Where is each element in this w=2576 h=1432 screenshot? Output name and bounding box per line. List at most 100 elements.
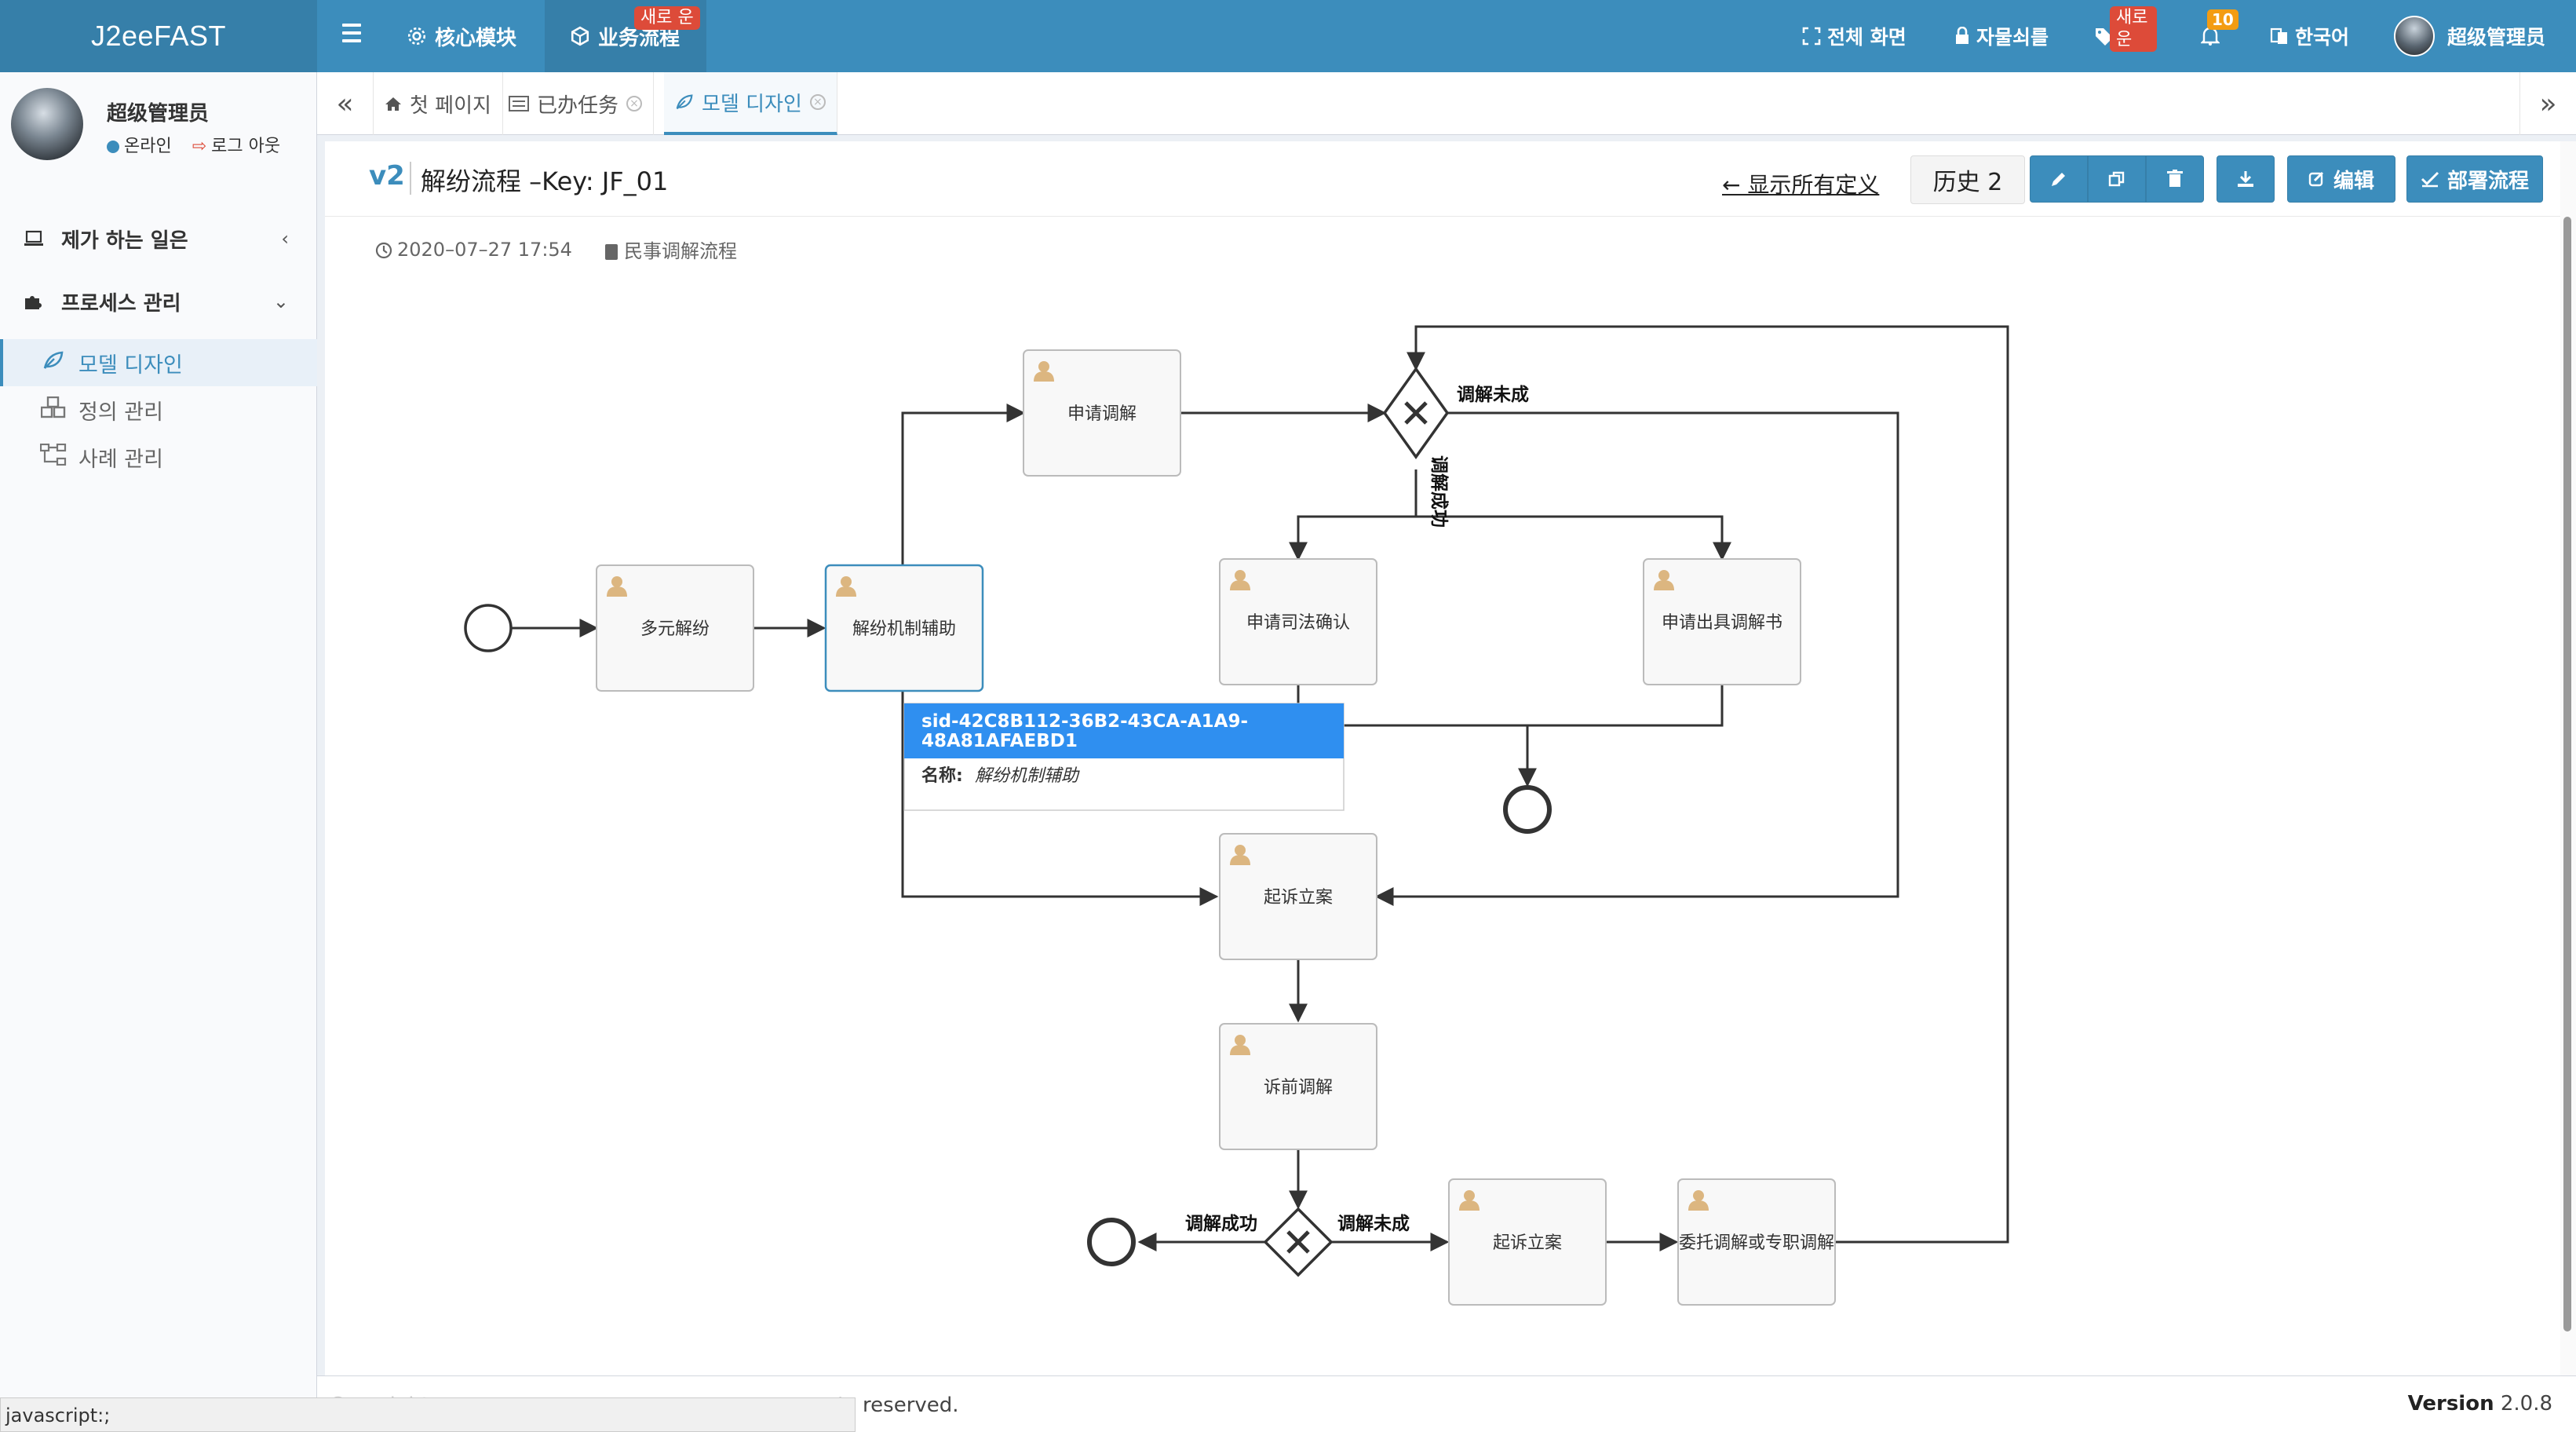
end-event[interactable] <box>1087 1218 1136 1266</box>
top-header: J2eeFAST 核心模块 业务流程 새로 운 전체 화면 자물쇠를 메모 새로… <box>0 0 2576 72</box>
online-status: 온라인 <box>107 132 172 157</box>
sidebar-toggle-button[interactable] <box>336 17 367 49</box>
svg-text:申请司法确认: 申请司法确认 <box>1246 613 1350 633</box>
exclusive-gateway[interactable] <box>1382 366 1450 460</box>
user-task[interactable]: 解纷机制辅助 <box>824 564 984 692</box>
notification-count-badge: 10 <box>2207 9 2238 30</box>
double-chevron-right-icon: » <box>2539 87 2557 120</box>
svg-text:委托调解或专职调解: 委托调解或专职调解 <box>1679 1233 1834 1253</box>
laptop-icon <box>24 230 43 246</box>
user-task[interactable]: 多元解纷 <box>596 564 754 692</box>
sitemap-icon <box>39 443 68 471</box>
sidebar: 超级管理员 온라인 ⇨ 로그 아웃 제가 하는 일은 ‹ 프로세스 관리 ⌄ 모델… <box>0 72 317 1432</box>
svg-text:起诉立案: 起诉立案 <box>1264 888 1333 908</box>
user-avatar <box>11 88 83 160</box>
expand-icon <box>1802 27 1821 46</box>
svg-text:起诉立案: 起诉立案 <box>1493 1233 1562 1253</box>
tabs-scroll-left-button[interactable]: « <box>317 72 374 135</box>
content-scrollbar[interactable] <box>2560 141 2576 1375</box>
new-badge: 새로 운 <box>634 6 700 30</box>
tooltip-id-line2: 48A81AFAEBD1 <box>921 731 1078 751</box>
end-event[interactable] <box>1503 785 1552 834</box>
svg-text:申请出具调解书: 申请出具调解书 <box>1662 613 1782 633</box>
flow-label: 调解未成 <box>1457 384 1529 405</box>
translate-icon <box>2270 27 2287 44</box>
flow-label: 调解成功 <box>1428 455 1450 528</box>
user-menu-name: 超级管理员 <box>2447 26 2546 49</box>
logout-link[interactable]: ⇨ 로그 아웃 <box>192 132 280 157</box>
sidebar-section-my-work[interactable]: 제가 하는 일은 ‹ <box>0 207 317 270</box>
user-task[interactable]: 起诉立案 <box>1448 1178 1607 1306</box>
svg-text:申请调解: 申请调解 <box>1067 404 1137 424</box>
leaf-icon <box>39 350 68 376</box>
bpmn-diagram: 调解未成 调解成功 调解成功 调解未成 多元解纷 解纷机制辅助 申请调解 申请司… <box>464 325 2009 1306</box>
sidebar-item-model-design[interactable]: 모델 디자인 <box>0 339 317 386</box>
notifications-button[interactable]: 10 <box>2201 0 2238 72</box>
user-panel: 超级管理员 온라인 ⇨ 로그 아웃 <box>11 88 309 166</box>
sidebar-item-label: 사례 관리 <box>78 447 163 472</box>
sidebar-section-label: 프로세스 관리 <box>61 291 181 316</box>
lock-icon <box>1956 27 1968 44</box>
language-label: 한국어 <box>2295 26 2350 49</box>
user-task[interactable]: 诉前调解 <box>1219 1023 1377 1150</box>
fullscreen-label: 전체 화면 <box>1827 26 1906 49</box>
double-chevron-left-icon: « <box>336 87 354 120</box>
user-task[interactable]: 起诉立案 <box>1219 833 1377 960</box>
hamburger-icon <box>342 24 361 27</box>
user-task[interactable]: 委托调解或专职调解 <box>1677 1178 1836 1306</box>
sidebar-item-label: 정의 관리 <box>78 400 163 425</box>
app-logo[interactable]: J2eeFAST <box>0 0 317 72</box>
lock-button[interactable]: 자물쇠를 <box>1954 0 2049 72</box>
tab-bar: « 첫 페이지 已办任务 × 모델 디자인 × » <box>317 72 2576 135</box>
avatar <box>2394 16 2435 57</box>
sidebar-section-label: 제가 하는 일은 <box>61 228 188 253</box>
tab-home[interactable]: 첫 페이지 <box>374 72 503 135</box>
sidebar-item-definitions[interactable]: 정의 관리 <box>0 386 317 433</box>
user-task[interactable]: 申请调解 <box>1023 349 1181 477</box>
tooltip-id-line1: sid-42C8B112-36B2-43CA-A1A9- <box>921 711 1248 732</box>
gear-icon <box>407 27 426 46</box>
sidebar-user-name: 超级管理员 <box>107 102 210 126</box>
tooltip-name-label: 名称: <box>921 765 963 786</box>
lock-label: 자물쇠를 <box>1976 26 2049 49</box>
sidebar-item-label: 모델 디자인 <box>78 353 183 378</box>
online-dot-icon <box>107 141 119 153</box>
svg-text:解纷机制辅助: 解纷机制辅助 <box>852 619 956 639</box>
exclusive-gateway[interactable] <box>1263 1207 1334 1277</box>
element-tooltip: sid-42C8B112-36B2-43CA-A1A9- 48A81AFAEBD… <box>903 703 1345 811</box>
language-button[interactable]: 한국어 <box>2270 0 2349 72</box>
sign-out-icon: ⇨ <box>192 137 207 156</box>
nav-core-module-label: 核心模块 <box>435 26 517 50</box>
list-icon <box>509 96 529 111</box>
user-menu[interactable]: 超级管理员 <box>2394 0 2545 72</box>
cubes-icon <box>39 396 68 424</box>
version-value: 2.0.8 <box>2500 1392 2552 1416</box>
memo-button[interactable]: 메모 새로 운 <box>2094 0 2158 72</box>
leaf-icon <box>676 94 693 110</box>
fullscreen-button[interactable]: 전체 화면 <box>1802 0 1906 72</box>
home-icon <box>385 97 401 111</box>
svg-text:诉前调解: 诉前调解 <box>1264 1078 1333 1098</box>
flow-label: 调解成功 <box>1185 1213 1257 1234</box>
user-task[interactable]: 申请出具调解书 <box>1643 558 1801 685</box>
cube-icon <box>571 26 589 46</box>
tab-model-design[interactable]: 모델 디자인 × <box>664 72 837 135</box>
user-task[interactable]: 申请司法确认 <box>1219 558 1377 685</box>
start-event[interactable] <box>464 604 513 652</box>
scrollbar-thumb[interactable] <box>2563 217 2571 1332</box>
memo-new-badge: 새로 운 <box>2110 6 2158 52</box>
nav-core-module[interactable]: 核心模块 <box>407 0 516 72</box>
sidebar-section-process[interactable]: 프로세스 관리 ⌄ <box>0 270 317 333</box>
main-content: v2 解纷流程 –Key: JF_01 ← 显示所有定义 历史 2 编辑 部署流… <box>325 141 2560 1375</box>
flow-label: 调解未成 <box>1337 1213 1410 1234</box>
version-label: Version <box>2407 1392 2494 1416</box>
nav-business-flow[interactable]: 业务流程 새로 운 <box>545 0 706 72</box>
tab-close-icon[interactable]: × <box>809 94 826 110</box>
tab-done-tasks[interactable]: 已办任务 × <box>498 72 655 135</box>
tab-close-icon[interactable]: × <box>626 96 643 111</box>
svg-text:多元解纷: 多元解纷 <box>640 619 710 639</box>
sidebar-item-instances[interactable]: 사례 관리 <box>0 433 317 480</box>
chevron-left-icon: ‹ <box>281 228 289 250</box>
tabs-scroll-right-button[interactable]: » <box>2519 72 2576 135</box>
copyright-text: ts reserved. <box>837 1394 959 1417</box>
